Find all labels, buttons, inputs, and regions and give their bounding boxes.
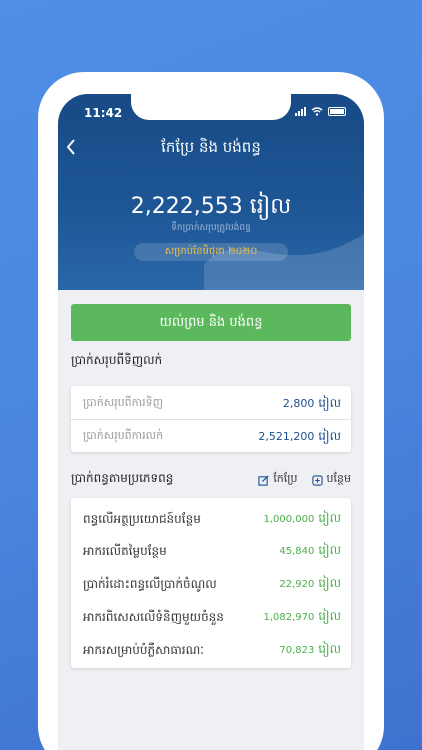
row-value: 2,521,200 រៀល [258,429,341,443]
list-item: ប្រាក់រំដោះពន្ធលើប្រាក់ចំណូល 22,920 រៀល [71,571,351,595]
list-item: អាករពិសេសលើទំនិញមួយចំនួន 1,082,970 រៀល [71,604,351,628]
divider [71,419,351,420]
row-label: ប្រាក់សរុបពីការទិញ [83,396,164,409]
tax-section-title: ប្រាក់ពន្ធតាមប្រភេទពន្ធ [71,471,174,485]
plus-square-icon [311,474,323,486]
list-item: អាករសម្រាប់បំភ្លឺសាធារណៈ 70,823 រៀល [71,637,351,661]
list-item: ប្រាក់សរុបពីការលក់ 2,521,200 រៀល [71,424,351,448]
list-item: អាករលើតម្លៃបន្ថែម 45,840 រៀល [71,538,351,562]
device-notch [131,94,291,120]
income-card: ប្រាក់សរុបពីការទិញ 2,800 រៀល ប្រាក់សរុបពី… [71,386,351,452]
confirm-pay-button[interactable]: យល់ព្រម និង បង់ពន្ធ [71,304,351,341]
row-label: អាករពិសេសលើទំនិញមួយចំនួន [83,610,224,624]
list-item: ពន្ធលើអត្ថប្រយោជន៍បន្ថែម 1,000,000 រៀល [71,506,351,530]
tax-card: ពន្ធលើអត្ថប្រយោជន៍បន្ថែម 1,000,000 រៀល អា… [71,498,351,668]
status-time: 11:42 [84,106,123,120]
row-value: 2,800 រៀល [282,396,341,410]
row-label: ពន្ធលើអត្ថប្រយោជន៍បន្ថែម [83,512,201,526]
status-icons [295,107,346,116]
row-value: 1,082,970 រៀល [263,609,341,623]
row-value: 70,823 រៀល [279,642,341,656]
battery-icon [328,107,346,116]
list-item: ប្រាក់សរុបពីការទិញ 2,800 រៀល [71,391,351,415]
tax-tools: កែប្រែ បន្ថែម [258,472,351,488]
signal-icon [295,107,306,116]
row-value: 45,840 រៀល [279,543,341,557]
edit-icon [258,474,269,486]
row-value: 22,920 រៀល [279,576,341,590]
period-badge: សម្រាប់ខែមិថុនា ២០២០ [134,243,288,261]
header: 11:42 កែប្រែ និង បង់ពន្ធ 2,222,553 រៀល ទ… [58,94,364,290]
row-value: 1,000,000 រៀល [263,511,341,525]
edit-button[interactable]: កែប្រែ [258,472,298,488]
total-amount: 2,222,553 រៀល [130,194,292,219]
page-title: កែប្រែ និង បង់ពន្ធ [161,138,261,156]
income-section-title: ប្រាក់សរុបពីទិញលក់ [71,353,163,367]
add-button[interactable]: បន្ថែម [311,472,351,488]
total-amount-caption: ទឹកប្រាក់សរុបត្រូវបង់ពន្ធ [171,223,251,233]
app-screen: 11:42 កែប្រែ និង បង់ពន្ធ 2,222,553 រៀល ទ… [58,94,364,750]
row-label: អាករសម្រាប់បំភ្លឺសាធារណៈ [83,643,204,657]
row-label: ប្រាក់រំដោះពន្ធលើប្រាក់ចំណូល [83,577,217,591]
row-label: ប្រាក់សរុបពីការលក់ [83,429,164,442]
row-label: អាករលើតម្លៃបន្ថែម [83,544,167,558]
wifi-icon [311,107,323,116]
